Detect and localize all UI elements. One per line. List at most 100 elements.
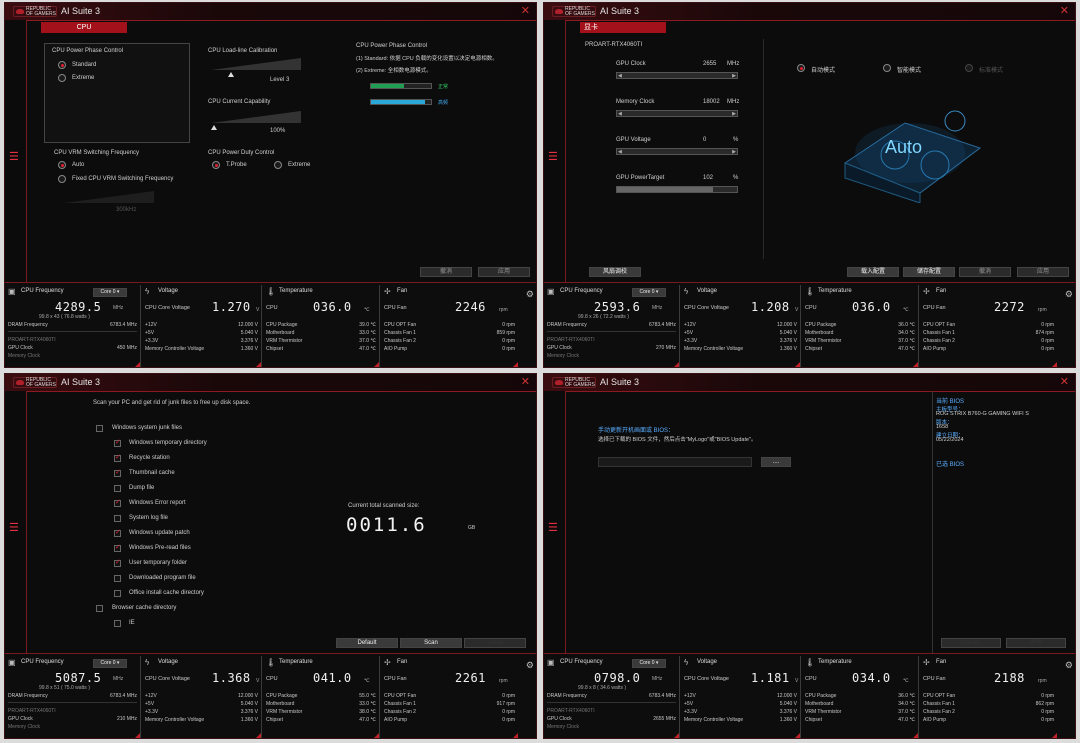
voltage-title: Voltage xyxy=(158,288,179,294)
junk-item-checkbox[interactable] xyxy=(114,453,121,462)
tab-cpu[interactable]: CPU xyxy=(41,22,127,33)
voltage-section[interactable]: ϟ Voltage CPU Core Voltage 1.368 V +12V 1… xyxy=(142,656,262,738)
vrm-slider[interactable] xyxy=(64,191,154,203)
radio-extreme[interactable] xyxy=(58,74,66,82)
undo-button[interactable]: 撤消 xyxy=(420,267,472,277)
default-button[interactable]: Default xyxy=(336,638,398,648)
junk-item-checkbox[interactable] xyxy=(114,485,121,492)
group-browser-checkbox[interactable] xyxy=(96,605,103,612)
junk-item-checkbox[interactable] xyxy=(114,438,121,447)
radio-tprobe[interactable] xyxy=(212,161,220,169)
menu-icon[interactable]: ☰ xyxy=(548,150,558,163)
gpu-name: PROART-RTX4060TI xyxy=(585,42,643,48)
voltage-section[interactable]: ϟ Voltage CPU Core Voltage 1.208 V +12V 1… xyxy=(681,285,801,367)
settings-gear-icon[interactable]: ⚙ xyxy=(526,660,534,671)
cpu-frequency-section[interactable]: ▣ CPU Frequency Core 0 ▾ 0798.0 MHz 99.8… xyxy=(544,656,680,738)
current-slider[interactable] xyxy=(211,111,301,123)
temperature-section[interactable]: 🌡 Temperature CPU 036.0 ℃ CPU Package 39.… xyxy=(263,285,380,367)
apply-button[interactable]: 应用 xyxy=(1017,267,1069,277)
temperature-section[interactable]: 🌡 Temperature CPU 034.0 ℃ CPU Package 36.… xyxy=(802,656,919,738)
ie-checkbox[interactable] xyxy=(114,620,121,627)
junk-item-checkbox[interactable] xyxy=(114,498,121,507)
vrm-temp-label: VRM Thermistor xyxy=(805,338,842,344)
close-icon[interactable]: ✕ xyxy=(1060,375,1069,388)
radio-duty-extreme[interactable] xyxy=(274,161,282,169)
radio-standard-mode[interactable] xyxy=(965,64,973,72)
voltage-section[interactable]: ϟ Voltage CPU Core Voltage 1.270 V +12V 1… xyxy=(142,285,262,367)
memory-clock-label: Memory Clock xyxy=(8,724,40,730)
thermometer-icon: 🌡 xyxy=(805,287,816,296)
gpu-clock-slider[interactable]: ◀ ▶ xyxy=(616,72,738,79)
junk-item-checkbox[interactable] xyxy=(114,575,121,582)
undo-button[interactable]: 撤消 xyxy=(959,267,1011,277)
close-icon[interactable]: ✕ xyxy=(1060,4,1069,17)
junk-item-checkbox[interactable] xyxy=(114,543,121,552)
bios-file-input[interactable] xyxy=(598,457,752,467)
title-bar[interactable]: REPUBLIC OF GAMERS AI Suite 3 ✕ xyxy=(544,374,1075,391)
radio-standard[interactable] xyxy=(58,61,66,69)
gpu-voltage-slider[interactable]: ◀ ▶ xyxy=(616,148,738,155)
radio-smart-mode[interactable] xyxy=(883,64,891,72)
radio-vrm-auto[interactable] xyxy=(58,161,66,169)
temperature-title: Temperature xyxy=(818,659,852,665)
close-icon[interactable]: ✕ xyxy=(521,4,530,17)
radio-auto-mode[interactable] xyxy=(797,64,805,72)
gpu-clock-value: 210 MHz xyxy=(116,716,137,722)
scan-button[interactable]: Scan xyxy=(400,638,462,648)
group-system-checkbox[interactable] xyxy=(96,425,103,432)
junk-item-checkbox[interactable] xyxy=(114,468,121,477)
cpu-temp-value: 036.0 xyxy=(313,300,352,314)
cpu-frequency-section[interactable]: ▣ CPU Frequency Core 0 ▾ 2593.6 MHz 99.8… xyxy=(544,285,680,367)
mem-clock-slider[interactable]: ◀ ▶ xyxy=(616,110,738,117)
status-panel: ▣ CPU Frequency Core 0 ▾ 5087.5 MHz 99.8… xyxy=(5,653,536,738)
llc-slider[interactable] xyxy=(211,58,301,70)
temperature-section[interactable]: 🌡 Temperature CPU 041.0 ℃ CPU Package 55.… xyxy=(263,656,380,738)
fan-section[interactable]: ✢ Fan CPU Fan 2261 rpm CPU OPT Fan 0 rpm … xyxy=(381,656,518,738)
radio-vrm-fixed[interactable] xyxy=(58,175,66,183)
core-select[interactable]: Core 0 ▾ xyxy=(93,659,127,668)
clean-button[interactable]: Clean xyxy=(464,638,526,648)
junk-item-checkbox[interactable] xyxy=(114,590,121,597)
title-bar[interactable]: REPUBLIC OF GAMERS AI Suite 3 ✕ xyxy=(5,3,536,20)
core-voltage-value: 1.208 xyxy=(751,300,790,314)
settings-gear-icon[interactable]: ⚙ xyxy=(1065,660,1073,671)
save-profile-button[interactable]: 储存配置 xyxy=(903,267,955,277)
gpu-clock-value: 450 MHz xyxy=(116,345,137,351)
apply-button[interactable]: 应用 xyxy=(478,267,530,277)
app-title: AI Suite 3 xyxy=(600,6,640,16)
menu-icon[interactable]: ☰ xyxy=(9,521,19,534)
llc-slider-knob[interactable] xyxy=(228,72,234,77)
opt-fan-value: 0 rpm xyxy=(1041,693,1054,699)
cpu-frequency-unit: MHz xyxy=(652,305,663,311)
bios-update-button[interactable]: 更新 xyxy=(1006,638,1066,648)
voltage-section[interactable]: ϟ Voltage CPU Core Voltage 1.181 V +12V 1… xyxy=(681,656,801,738)
fan-section[interactable]: ✢ Fan CPU Fan 2188 rpm CPU OPT Fan 0 rpm … xyxy=(920,656,1057,738)
fan-section[interactable]: ✢ Fan CPU Fan 2272 rpm CPU OPT Fan 0 rpm … xyxy=(920,285,1057,367)
title-bar[interactable]: REPUBLIC OF GAMERS AI Suite 3 ✕ xyxy=(5,374,536,391)
core-select[interactable]: Core 0 ▾ xyxy=(93,288,127,297)
tab-gpu[interactable]: 显卡 xyxy=(580,22,666,33)
cpu-frequency-section[interactable]: ▣ CPU Frequency Core 0 ▾ 5087.5 MHz 99.8… xyxy=(5,656,141,738)
temperature-section[interactable]: 🌡 Temperature CPU 036.0 ℃ CPU Package 36.… xyxy=(802,285,919,367)
close-icon[interactable]: ✕ xyxy=(521,375,530,388)
mylogo-button[interactable]: MyLogo xyxy=(941,638,1001,648)
junk-item-checkbox[interactable] xyxy=(114,515,121,522)
cpu-frequency-section[interactable]: ▣ CPU Frequency Core 0 ▾ 4289.5 MHz 99.8… xyxy=(5,285,141,367)
menu-icon[interactable]: ☰ xyxy=(548,521,558,534)
chassis-fan2-value: 0 rpm xyxy=(502,709,515,715)
chassis-fan1-value: 917 rpm xyxy=(496,701,515,707)
browse-button[interactable]: .... xyxy=(761,457,791,467)
power-target-slider[interactable] xyxy=(616,186,738,193)
fan-tuning-button[interactable]: 风扇调校 xyxy=(589,267,641,277)
menu-icon[interactable]: ☰ xyxy=(9,150,19,163)
current-slider-knob[interactable] xyxy=(211,125,217,130)
fan-section[interactable]: ✢ Fan CPU Fan 2246 rpm CPU OPT Fan 0 rpm … xyxy=(381,285,518,367)
core-select[interactable]: Core 0 ▾ xyxy=(632,288,666,297)
junk-item-checkbox[interactable] xyxy=(114,558,121,567)
settings-gear-icon[interactable]: ⚙ xyxy=(526,289,534,300)
junk-item-checkbox[interactable] xyxy=(114,528,121,537)
core-select[interactable]: Core 0 ▾ xyxy=(632,659,666,668)
settings-gear-icon[interactable]: ⚙ xyxy=(1065,289,1073,300)
load-profile-button[interactable]: 载入配置 xyxy=(847,267,899,277)
title-bar[interactable]: REPUBLIC OF GAMERS AI Suite 3 ✕ xyxy=(544,3,1075,20)
